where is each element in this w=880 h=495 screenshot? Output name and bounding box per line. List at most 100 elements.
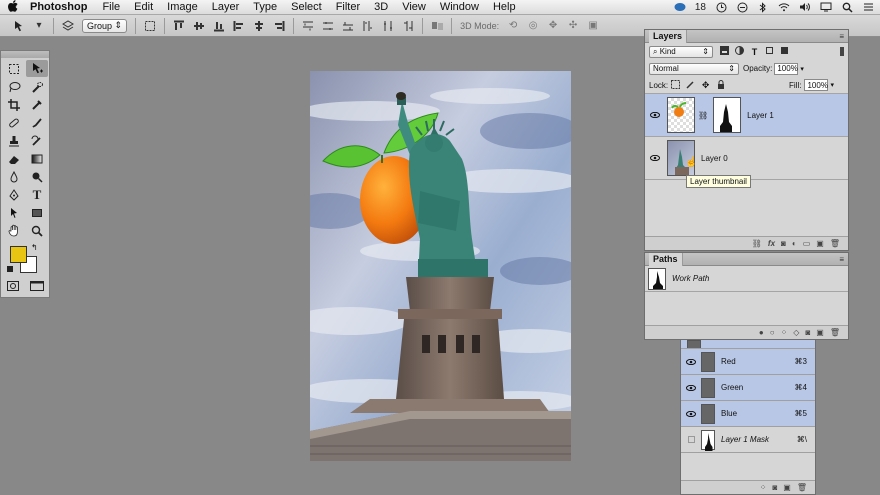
visibility-eye-icon[interactable] <box>645 153 665 163</box>
delete-layer-icon[interactable]: 🗑 <box>830 239 840 248</box>
tab-layers[interactable]: Layers <box>649 29 688 43</box>
lock-position-icon[interactable]: ✥ <box>700 80 711 91</box>
clone-stamp-tool-icon[interactable] <box>3 132 25 149</box>
filter-type-layers-icon[interactable]: T <box>749 47 760 57</box>
channel-name[interactable]: Green <box>721 383 743 392</box>
distribute-top-icon[interactable] <box>301 19 315 33</box>
distribute-left-icon[interactable] <box>361 19 375 33</box>
menu-filter[interactable]: Filter <box>329 1 367 13</box>
visibility-toggle-empty[interactable] <box>681 435 701 445</box>
fill-field[interactable]: 100% <box>804 79 829 91</box>
lock-image-pixels-icon[interactable] <box>685 80 696 91</box>
filter-adjustment-layers-icon[interactable] <box>734 46 745 57</box>
channel-name[interactable]: Blue <box>721 409 737 418</box>
distribute-horizontal-centers-icon[interactable] <box>381 19 395 33</box>
creative-cloud-icon[interactable] <box>674 2 686 13</box>
menu-view[interactable]: View <box>395 1 433 13</box>
menu-layer[interactable]: Layer <box>205 1 247 13</box>
marquee-tool-icon[interactable] <box>3 60 25 77</box>
align-bottom-edges-icon[interactable] <box>212 19 226 33</box>
align-vertical-centers-icon[interactable] <box>192 19 206 33</box>
document-canvas[interactable] <box>310 71 571 461</box>
path-thumbnail[interactable] <box>648 267 666 290</box>
crop-tool-icon[interactable] <box>3 96 25 113</box>
lasso-tool-icon[interactable] <box>3 78 25 95</box>
filter-smart-objects-icon[interactable] <box>779 46 790 57</box>
menu-help[interactable]: Help <box>486 1 523 13</box>
channel-row-rgb-partial[interactable] <box>681 340 815 349</box>
new-adjustment-layer-icon[interactable]: ◐ <box>792 239 797 248</box>
screen-mode-icon[interactable] <box>29 281 44 294</box>
notification-center-icon[interactable] <box>862 2 874 13</box>
new-layer-icon[interactable]: ▣ <box>816 239 824 248</box>
blur-tool-icon[interactable] <box>3 168 25 185</box>
delete-channel-icon[interactable]: 🗑 <box>797 483 807 492</box>
menu-3d[interactable]: 3D <box>367 1 395 13</box>
fill-slider-chevron-icon[interactable]: ▾ <box>830 81 834 89</box>
layer-name[interactable]: Layer 0 <box>701 154 728 163</box>
delete-path-icon[interactable]: 🗑 <box>830 328 840 337</box>
gradient-tool-icon[interactable] <box>26 150 48 167</box>
swap-colors-icon[interactable]: ↰ <box>31 243 38 252</box>
filter-kind-dropdown[interactable]: ⌕ Kind ⇕ <box>649 45 713 58</box>
panel-menu-icon[interactable]: ≡ <box>839 255 844 264</box>
sync-icon[interactable] <box>736 2 748 13</box>
channel-row[interactable]: Red ⌘3 <box>681 349 815 375</box>
panel-menu-icon[interactable]: ≡ <box>839 32 844 41</box>
channel-row[interactable]: Blue ⌘5 <box>681 401 815 427</box>
layer-name[interactable]: Layer 1 <box>747 111 774 120</box>
menu-file[interactable]: File <box>95 1 127 13</box>
add-mask-icon[interactable]: ◙ <box>805 328 810 337</box>
auto-select-layers-icon[interactable] <box>61 19 75 33</box>
align-right-edges-icon[interactable] <box>272 19 286 33</box>
channel-row[interactable]: Layer 1 Mask ⌘\ <box>681 427 815 453</box>
apple-menu-icon[interactable] <box>0 0 26 15</box>
channel-thumbnail[interactable] <box>701 403 715 424</box>
quick-selection-tool-icon[interactable] <box>26 78 48 95</box>
visibility-eye-icon[interactable] <box>681 383 701 393</box>
filter-toggle-icon[interactable] <box>840 47 844 56</box>
visibility-eye-icon[interactable] <box>645 110 665 120</box>
align-left-edges-icon[interactable] <box>232 19 246 33</box>
type-tool-icon[interactable]: T <box>26 186 48 203</box>
channel-name[interactable]: Layer 1 Mask <box>721 435 769 444</box>
spot-healing-brush-tool-icon[interactable] <box>3 114 25 131</box>
bluetooth-icon[interactable] <box>757 2 769 13</box>
layer-row[interactable]: ⛓ Layer 1 <box>645 94 848 137</box>
transform-controls-icon[interactable] <box>143 19 157 33</box>
link-chain-icon[interactable]: ⛓ <box>698 111 708 120</box>
path-selection-tool-icon[interactable] <box>3 204 25 221</box>
layer-mask-thumbnail[interactable] <box>713 97 742 133</box>
volume-icon[interactable] <box>799 2 811 13</box>
menu-select[interactable]: Select <box>284 1 329 13</box>
new-group-icon[interactable]: ▭ <box>803 239 811 248</box>
filter-pixel-layers-icon[interactable] <box>719 46 730 57</box>
channel-row[interactable]: Green ⌘4 <box>681 375 815 401</box>
link-layers-icon[interactable]: ⛓ <box>752 239 762 248</box>
align-top-edges-icon[interactable] <box>172 19 186 33</box>
roll-3d-icon[interactable]: ◎ <box>526 19 540 33</box>
menu-type[interactable]: Type <box>246 1 284 13</box>
brush-tool-icon[interactable] <box>26 114 48 131</box>
distribute-right-icon[interactable] <box>401 19 415 33</box>
make-work-path-icon[interactable]: ◇ <box>793 328 799 337</box>
default-colors-icon[interactable] <box>7 266 13 272</box>
rotate-3d-icon[interactable]: ⟲ <box>506 19 520 33</box>
menu-window[interactable]: Window <box>433 1 486 13</box>
channel-thumbnail[interactable] <box>701 377 715 398</box>
new-path-icon[interactable]: ▣ <box>816 328 824 337</box>
path-row[interactable]: Work Path <box>645 266 848 292</box>
filter-shape-layers-icon[interactable] <box>764 46 775 57</box>
hand-tool-icon[interactable] <box>3 222 25 239</box>
tab-paths[interactable]: Paths <box>649 252 683 266</box>
wifi-icon[interactable] <box>778 2 790 13</box>
menu-image[interactable]: Image <box>160 1 205 13</box>
app-menu[interactable]: Photoshop <box>26 1 95 13</box>
layer-row[interactable]: ☝ Layer 0 <box>645 137 848 180</box>
chevron-down-icon[interactable]: ▾ <box>32 19 46 33</box>
load-path-as-selection-icon[interactable]: ⁘ <box>781 328 788 337</box>
visibility-eye-icon[interactable] <box>681 409 701 419</box>
stroke-path-icon[interactable]: ○ <box>770 328 775 337</box>
opacity-slider-chevron-icon[interactable]: ▾ <box>800 65 804 73</box>
lock-all-icon[interactable] <box>715 79 726 91</box>
